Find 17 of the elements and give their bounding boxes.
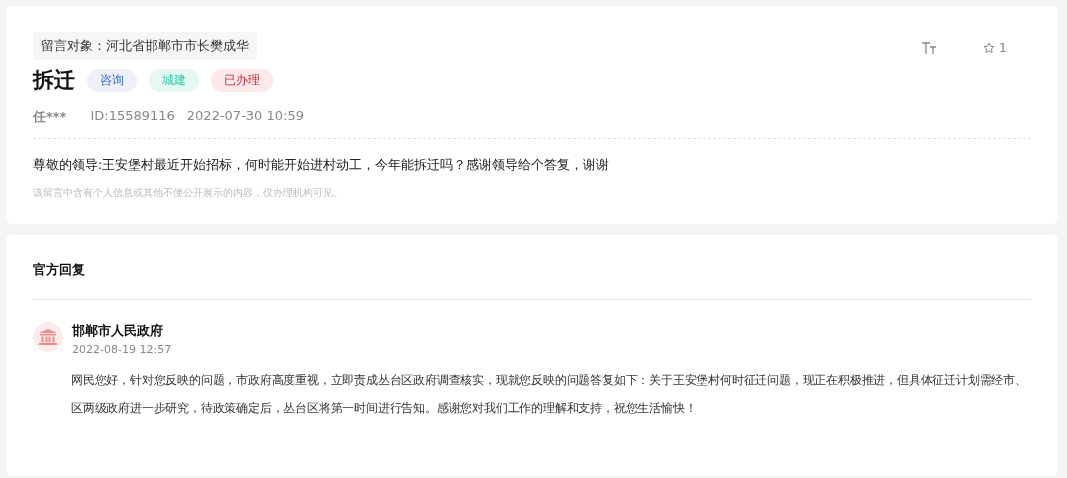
reply-time: 2022-08-19 12:57 (72, 343, 172, 356)
organization-name: 邯郸市人民政府 (72, 322, 164, 340)
message-time: 2022-07-30 10:59 (186, 108, 304, 125)
font-size-icon[interactable] (921, 41, 937, 54)
recipient-label: 留言对象：河北省邯郸市市长樊成华 (33, 32, 257, 60)
government-building-icon (33, 322, 63, 352)
reply-heading: 官方回复 (33, 261, 1031, 300)
tag: 咨询 (87, 68, 137, 92)
tag: 城建 (149, 68, 199, 92)
message-title: 拆迁 (33, 67, 75, 94)
author-name: 任*** (33, 108, 67, 126)
tag: 已办理 (211, 68, 273, 92)
reply-body: 网民您好，针对您反映的问题，市政府高度重视，立即责成丛台区政府调查核实，现就您反映的问题答复如下：关于王安堡村何时征迁问题，现正在积极推进，但具体征迁计划需经市、区两级政府进一步研究，待政策确定后，丛台区将第一时间进行告知。感谢您对我们工作的理解和支持，祝您生活愉快！ (71, 372, 1028, 417)
favorite-count: 1 (998, 40, 1007, 55)
message-body: 尊敬的领导:王安堡村最近开始招标，何时能开始进村动工，今年能拆迁吗？感谢领导给个答复，谢谢 (33, 157, 611, 174)
star-icon[interactable] (982, 41, 995, 54)
message-id: ID:15589116 (90, 108, 175, 125)
